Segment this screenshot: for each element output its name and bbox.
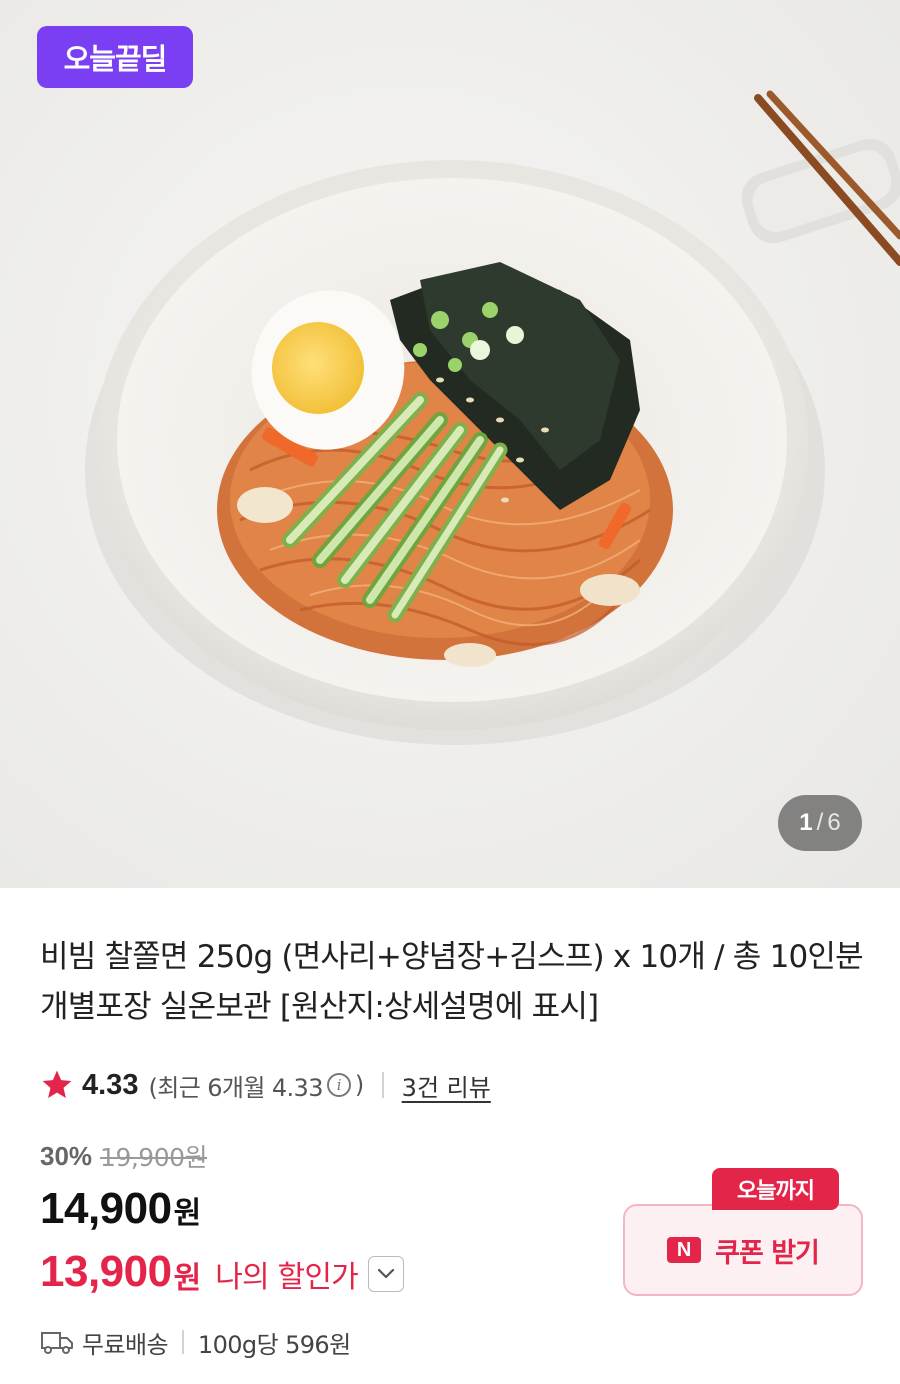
my-discount-price-unit: 원	[173, 1261, 202, 1296]
rating-score: 4.33	[82, 1068, 139, 1101]
star-icon	[42, 1070, 72, 1099]
shipping-row: 무료배송 100g당 596원	[40, 1322, 351, 1362]
pager-total: 6	[827, 809, 841, 836]
coupon-download-button[interactable]: N 쿠폰 받기	[623, 1204, 863, 1296]
divider	[181, 1330, 184, 1354]
image-pager: 1 / 6	[778, 795, 862, 851]
review-count-link[interactable]: 3건 리뷰	[402, 1068, 491, 1103]
free-shipping: 무료배송	[82, 1330, 169, 1359]
discount-row: 30% 19,900원	[40, 1138, 208, 1174]
divider	[381, 1072, 384, 1098]
coupon-deadline-tag: 오늘까지	[712, 1168, 839, 1210]
naver-n-icon: N	[667, 1237, 702, 1263]
my-discount-label: 나의 할인가	[215, 1260, 359, 1295]
coupon-widget: N 쿠폰 받기 오늘까지	[623, 1168, 863, 1298]
pager-separator: /	[816, 809, 824, 836]
rating-row: 4.33 (최근 6개월 4.33 i ) 3건 리뷰	[40, 1062, 491, 1108]
original-price: 19,900원	[100, 1143, 208, 1172]
pager-current: 1	[799, 809, 813, 836]
rating-recent-text: (최근 6개월 4.33	[148, 1073, 323, 1102]
my-price-row[interactable]: 13,900 원 나의 할인가	[40, 1244, 404, 1300]
deal-badge: 오늘끝딜	[37, 26, 193, 88]
sale-price-unit: 원	[173, 1196, 202, 1231]
unit-price: 100g당 596원	[197, 1330, 351, 1359]
product-image-carousel[interactable]: 오늘끝딜 1 / 6	[0, 0, 900, 888]
rating-recent-close: )	[354, 1071, 364, 1099]
info-icon[interactable]: i	[326, 1073, 351, 1097]
product-photo	[0, 0, 900, 888]
rating-recent: (최근 6개월 4.33 i )	[148, 1068, 364, 1103]
sale-price: 14,900	[40, 1184, 172, 1233]
truck-icon	[41, 1332, 73, 1354]
my-discount-price: 13,900	[40, 1247, 172, 1296]
sale-price-row: 14,900 원	[40, 1184, 201, 1238]
coupon-button-label: 쿠폰 받기	[715, 1237, 820, 1269]
my-price-toggle-button[interactable]	[367, 1256, 404, 1292]
discount-rate: 30%	[40, 1140, 93, 1171]
product-title: 비빔 찰쫄면 250g (면사리+양념장+김스프) x 10개 / 총 10인분…	[40, 939, 864, 1025]
chevron-down-icon	[377, 1268, 395, 1279]
